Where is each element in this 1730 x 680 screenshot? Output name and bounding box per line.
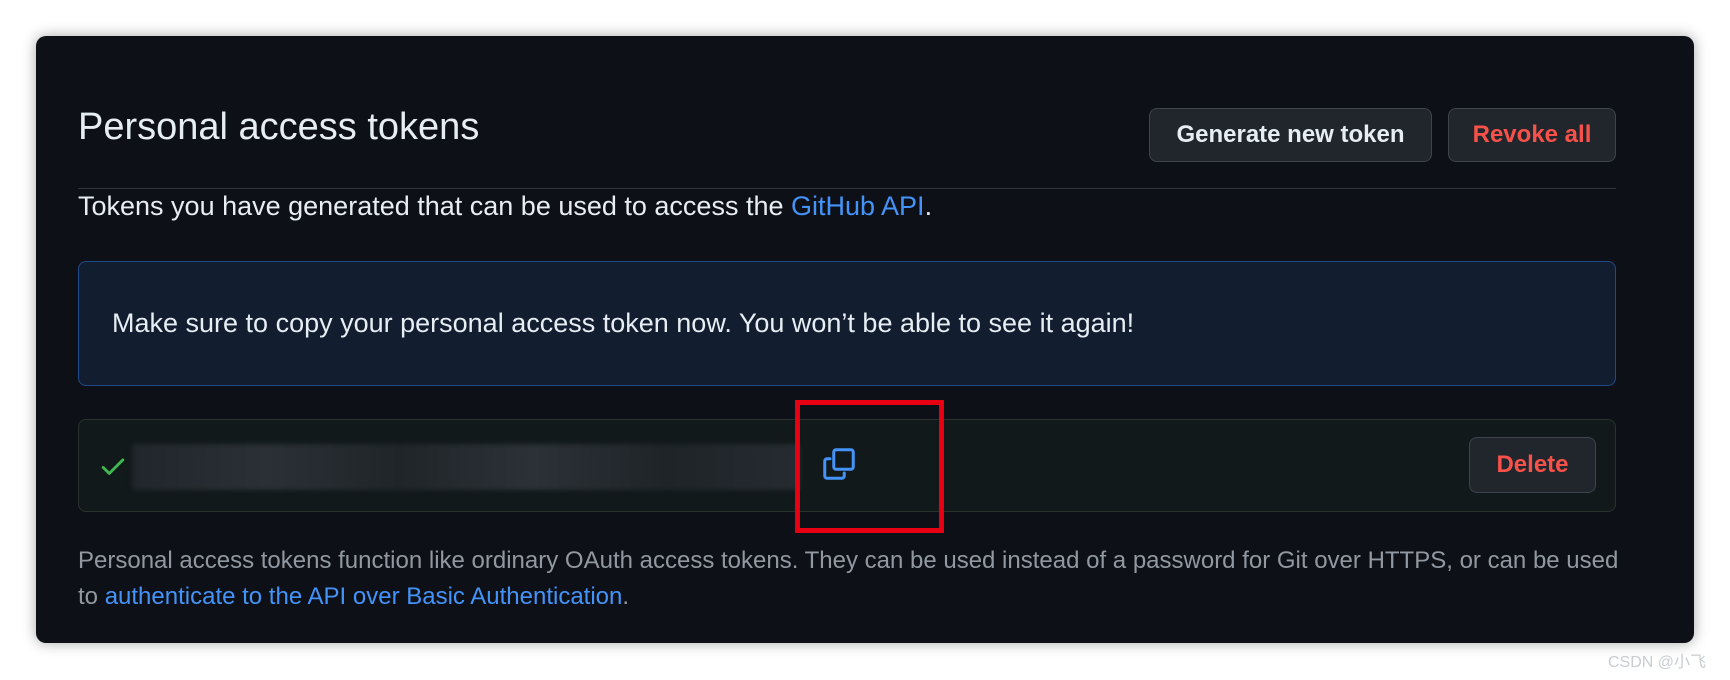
note-suffix: . <box>622 583 630 610</box>
generate-new-token-button[interactable]: Generate new token <box>1149 108 1432 162</box>
description-suffix: . <box>924 191 933 221</box>
revoke-all-button[interactable]: Revoke all <box>1448 108 1616 162</box>
page-header: Personal access tokens Generate new toke… <box>78 70 1616 189</box>
basic-auth-link[interactable]: authenticate to the API over Basic Authe… <box>105 583 623 610</box>
copy-icon[interactable] <box>821 446 857 482</box>
tokens-description: Tokens you have generated that can be us… <box>78 191 932 222</box>
delete-token-button[interactable]: Delete <box>1469 437 1596 493</box>
tokens-panel: Personal access tokens Generate new toke… <box>36 36 1694 643</box>
flash-message: Make sure to copy your personal access t… <box>112 308 1135 338</box>
check-icon <box>101 458 125 475</box>
new-token-row: Delete <box>78 419 1616 512</box>
token-value[interactable] <box>132 444 800 490</box>
copy-token-flash: Make sure to copy your personal access t… <box>78 261 1616 386</box>
tokens-note: Personal access tokens function like ord… <box>78 543 1623 615</box>
watermark: CSDN @小飞 <box>1607 654 1706 671</box>
description-text: Tokens you have generated that can be us… <box>78 191 791 221</box>
github-api-link[interactable]: GitHub API <box>791 191 925 221</box>
page-title: Personal access tokens <box>78 106 480 148</box>
page: Personal access tokens Generate new toke… <box>0 0 1730 680</box>
